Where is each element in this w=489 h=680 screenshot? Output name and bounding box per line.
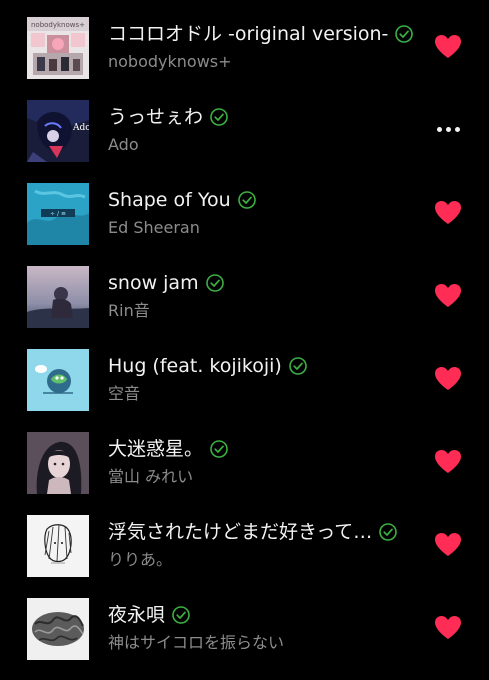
album-art[interactable] xyxy=(27,266,89,328)
heart-icon xyxy=(435,615,461,639)
svg-text:÷ / ≡: ÷ / ≡ xyxy=(50,211,66,218)
heart-icon xyxy=(435,283,461,307)
track-title-line: Shape of You xyxy=(108,189,256,211)
album-art-text: nobodyknows+ xyxy=(31,21,85,29)
heart-icon xyxy=(435,200,461,224)
album-art-image xyxy=(27,515,89,577)
track-row[interactable]: ÷ / ≡ Shape of You Ed Sheeran xyxy=(0,183,489,259)
track-list: nobodyknows+ ココロオドル -original version- n… xyxy=(0,0,489,680)
album-art[interactable]: nobodyknows+ xyxy=(27,17,89,79)
like-button[interactable] xyxy=(430,29,466,63)
track-title-line: 夜永唄 xyxy=(108,604,190,626)
album-art-image xyxy=(27,598,89,660)
track-title[interactable]: 大迷惑星。 xyxy=(108,438,203,460)
track-artist[interactable]: 空音 xyxy=(108,384,140,404)
track-row[interactable]: 浮気されたけどまだ好きって… りりあ。 xyxy=(0,515,489,591)
like-button[interactable] xyxy=(430,444,466,478)
like-button[interactable] xyxy=(430,195,466,229)
track-title[interactable]: うっせぇわ xyxy=(108,106,203,128)
like-button[interactable] xyxy=(430,527,466,561)
track-artist[interactable]: りりあ。 xyxy=(108,550,172,570)
track-artist[interactable]: Rin音 xyxy=(108,301,150,321)
heart-icon xyxy=(435,532,461,556)
track-title-line: 浮気されたけどまだ好きって… xyxy=(108,521,398,543)
verified-check-icon xyxy=(210,440,228,458)
like-button[interactable] xyxy=(430,361,466,395)
album-art-text: Ado xyxy=(72,123,89,133)
album-art[interactable] xyxy=(27,349,89,411)
album-art-image xyxy=(27,349,89,411)
track-row[interactable]: Ado うっせぇわ Ado xyxy=(0,100,489,176)
track-artist[interactable]: Ed Sheeran xyxy=(108,218,200,238)
more-options-icon xyxy=(436,126,460,132)
album-art-image: nobodyknows+ xyxy=(27,17,89,79)
album-art[interactable] xyxy=(27,598,89,660)
verified-check-icon xyxy=(379,523,398,541)
album-art[interactable] xyxy=(27,432,89,494)
track-title[interactable]: Hug (feat. kojikoji) xyxy=(108,355,282,377)
track-artist[interactable]: Ado xyxy=(108,135,139,155)
album-art-image xyxy=(27,266,89,328)
verified-check-icon xyxy=(172,606,190,624)
album-art-image xyxy=(27,432,89,494)
track-title[interactable]: 夜永唄 xyxy=(108,604,165,626)
like-button[interactable] xyxy=(430,610,466,644)
track-title[interactable]: ココロオドル -original version- xyxy=(108,23,388,45)
track-title[interactable]: snow jam xyxy=(108,272,199,294)
track-title-line: snow jam xyxy=(108,272,224,294)
track-artist[interactable]: nobodyknows+ xyxy=(108,52,232,72)
album-art[interactable]: Ado xyxy=(27,100,89,162)
track-title-line: ココロオドル -original version- xyxy=(108,23,414,45)
track-title-line: 大迷惑星。 xyxy=(108,438,228,460)
verified-check-icon xyxy=(289,357,307,375)
like-button[interactable] xyxy=(430,278,466,312)
track-title-line: うっせぇわ xyxy=(108,106,228,128)
track-artist[interactable]: 當山 みれい xyxy=(108,467,193,487)
album-art[interactable]: ÷ / ≡ xyxy=(27,183,89,245)
album-art-image: Ado xyxy=(27,100,89,162)
verified-check-icon xyxy=(395,25,414,43)
track-row[interactable]: Hug (feat. kojikoji) 空音 xyxy=(0,349,489,425)
track-artist[interactable]: 神はサイコロを振らない xyxy=(108,633,284,653)
heart-icon xyxy=(435,449,461,473)
track-row[interactable]: nobodyknows+ ココロオドル -original version- n… xyxy=(0,17,489,93)
heart-icon xyxy=(435,34,461,58)
track-row[interactable]: 夜永唄 神はサイコロを振らない xyxy=(0,598,489,674)
track-title[interactable]: Shape of You xyxy=(108,189,231,211)
track-row[interactable]: 大迷惑星。 當山 みれい xyxy=(0,432,489,508)
verified-check-icon xyxy=(205,274,224,292)
more-options-button[interactable] xyxy=(430,112,466,146)
album-art-image: ÷ / ≡ xyxy=(27,183,89,245)
album-art[interactable] xyxy=(27,515,89,577)
verified-check-icon xyxy=(237,191,256,209)
verified-check-icon xyxy=(210,108,228,126)
track-row[interactable]: snow jam Rin音 xyxy=(0,266,489,342)
track-title[interactable]: 浮気されたけどまだ好きって… xyxy=(108,521,372,543)
track-title-line: Hug (feat. kojikoji) xyxy=(108,355,307,377)
heart-icon xyxy=(435,366,461,390)
